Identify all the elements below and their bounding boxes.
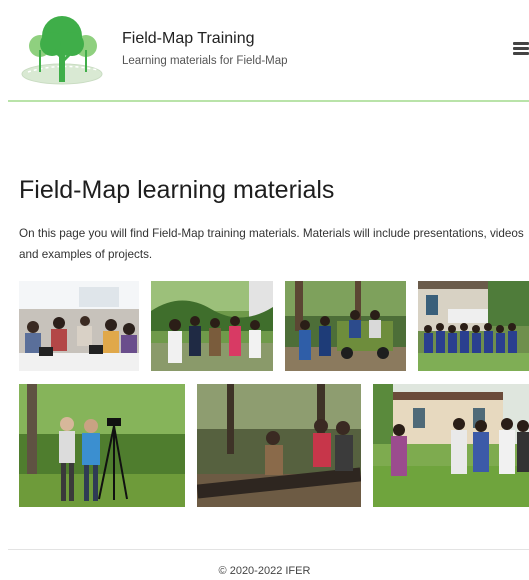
menu-bar (513, 52, 529, 55)
training-photo-forest-tripod[interactable] (19, 384, 185, 507)
hamburger-menu-icon[interactable] (509, 38, 529, 58)
site-subtitle: Learning materials for Field-Map (122, 55, 288, 67)
intro-text: On this page you will find Field-Map tra… (19, 227, 524, 261)
site-header: Field-Map Training Learning materials fo… (0, 0, 529, 102)
training-photo-vehicle[interactable] (285, 281, 406, 371)
page-title: Field-Map learning materials (19, 176, 335, 204)
menu-bar (513, 47, 529, 50)
tree-logo-icon[interactable] (20, 10, 104, 86)
header-divider (8, 100, 529, 102)
footer-divider (8, 549, 529, 550)
training-photo-measuring-log[interactable] (197, 384, 361, 507)
training-photo-outdoor-group[interactable] (151, 281, 273, 371)
training-photo-group-building[interactable] (418, 281, 529, 371)
training-photo-classroom[interactable] (19, 281, 139, 371)
training-photo-field-exercise[interactable] (373, 384, 529, 507)
menu-bar (513, 42, 529, 45)
footer-copyright: © 2020-2022 IFER (218, 565, 311, 577)
site-title[interactable]: Field-Map Training (122, 30, 255, 48)
